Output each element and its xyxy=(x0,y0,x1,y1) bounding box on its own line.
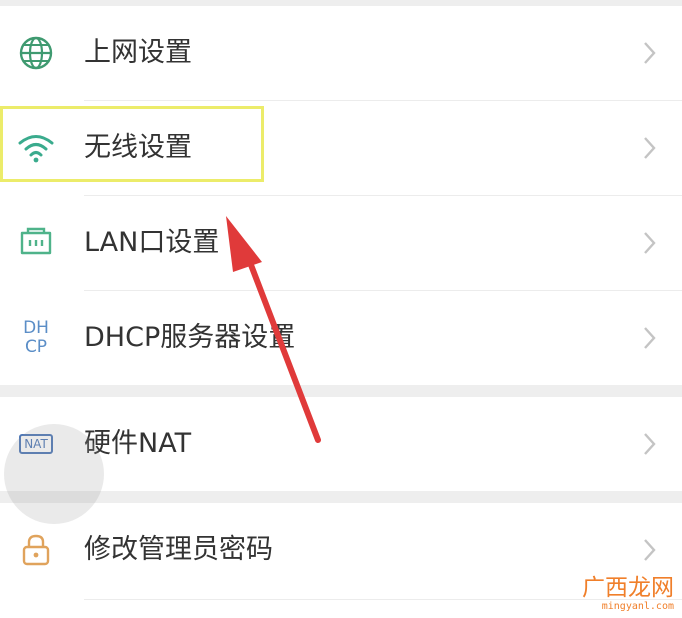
section-gap xyxy=(0,385,682,397)
chevron-right-icon xyxy=(640,134,660,162)
nat-icon-text: NAT xyxy=(19,434,53,454)
setting-label: 无线设置 xyxy=(84,132,192,163)
chevron-right-icon xyxy=(640,229,660,257)
setting-row-hardware-nat[interactable]: NAT 硬件NAT xyxy=(0,397,682,491)
chevron-right-icon xyxy=(640,536,660,564)
chevron-right-icon xyxy=(640,39,660,67)
setting-row-internet[interactable]: 上网设置 xyxy=(0,6,682,100)
wifi-icon xyxy=(16,128,56,168)
nat-icon: NAT xyxy=(16,424,56,464)
setting-label: 上网设置 xyxy=(84,37,192,68)
watermark: 广西龙网 mingyanl.com xyxy=(582,575,674,612)
setting-label: LAN口设置 xyxy=(84,227,220,258)
chevron-right-icon xyxy=(640,430,660,458)
setting-row-wireless[interactable]: 无线设置 xyxy=(0,101,682,195)
setting-label: 修改管理员密码 xyxy=(84,534,273,565)
setting-label: DHCP服务器设置 xyxy=(84,322,296,353)
watermark-url: mingyanl.com xyxy=(601,601,674,612)
setting-row-admin-password[interactable]: 修改管理员密码 xyxy=(0,503,682,597)
lan-port-icon xyxy=(16,223,56,263)
setting-label: 硬件NAT xyxy=(84,428,192,459)
globe-icon xyxy=(16,33,56,73)
section-gap xyxy=(0,491,682,503)
lock-icon xyxy=(16,530,56,570)
dhcp-icon-text-bottom: CP xyxy=(24,337,48,357)
watermark-title: 广西龙网 xyxy=(582,575,674,601)
setting-row-dhcp[interactable]: DH CP DHCP服务器设置 xyxy=(0,291,682,385)
chevron-right-icon xyxy=(640,324,660,352)
dhcp-icon: DH CP xyxy=(16,318,56,358)
setting-row-lan[interactable]: LAN口设置 xyxy=(0,196,682,290)
dhcp-icon-text-top: DH xyxy=(23,318,49,338)
